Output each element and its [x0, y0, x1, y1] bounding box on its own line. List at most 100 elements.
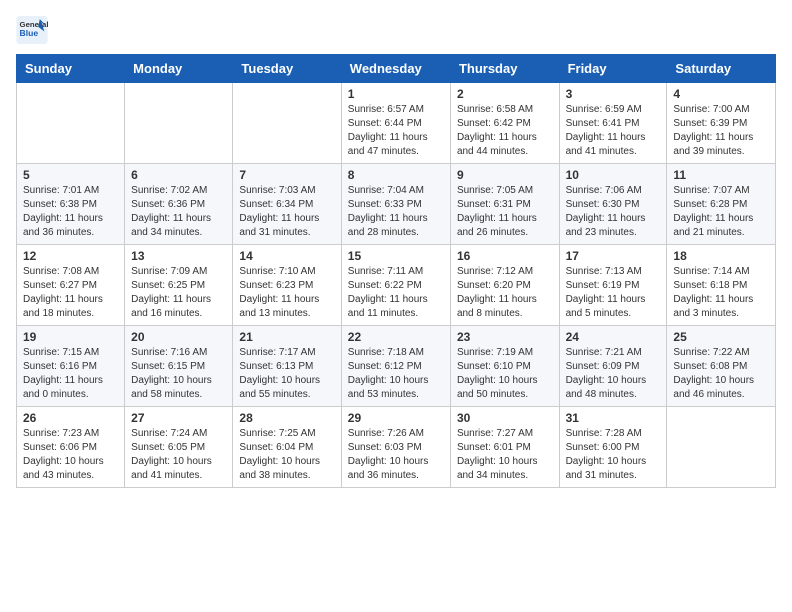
- day-number: 27: [131, 411, 226, 425]
- calendar-cell: 7Sunrise: 7:03 AM Sunset: 6:34 PM Daylig…: [233, 164, 341, 245]
- weekday-header-thursday: Thursday: [450, 55, 559, 83]
- day-number: 14: [239, 249, 334, 263]
- calendar-cell: 1 Sunrise: 6:57 AM Sunset: 6:44 PM Daylig…: [341, 83, 450, 164]
- calendar-cell: 28 Sunrise: 7:25 AM Sunset: 6:04 PM Dayli…: [233, 407, 341, 488]
- day-number: 5: [23, 168, 118, 182]
- weekday-header-sunday: Sunday: [17, 55, 125, 83]
- calendar-cell: 12 Sunrise: 7:08 AM Sunset: 6:27 PM Dayli…: [17, 245, 125, 326]
- day-number: 6: [131, 168, 226, 182]
- day-info: Sunrise: 7:12 AM Sunset: 6:20 PM Dayligh…: [457, 265, 553, 321]
- day-info: Sunrise: 7:26 AM Sunset: 6:03 PM Dayligh…: [348, 427, 444, 483]
- day-info: Sunrise: 7:16 AM Sunset: 6:15 PM Dayligh…: [131, 346, 226, 402]
- day-number: 23: [457, 330, 553, 344]
- day-number: 20: [131, 330, 226, 344]
- day-number: 4: [673, 87, 769, 101]
- weekday-header-tuesday: Tuesday: [233, 55, 341, 83]
- calendar-cell: 17Sunrise: 7:13 AM Sunset: 6:19 PM Dayli…: [559, 245, 667, 326]
- header: General Blue: [16, 16, 776, 44]
- day-number: 8: [348, 168, 444, 182]
- day-info: Sunrise: 7:05 AM Sunset: 6:31 PM Dayligh…: [457, 184, 553, 240]
- day-info: Sunrise: 7:06 AM Sunset: 6:30 PM Dayligh…: [566, 184, 661, 240]
- calendar-cell: 5 Sunrise: 7:01 AM Sunset: 6:38 PM Daylig…: [17, 164, 125, 245]
- day-number: 29: [348, 411, 444, 425]
- calendar-cell: 14 Sunrise: 7:10 AM Sunset: 6:23 PM Dayli…: [233, 245, 341, 326]
- week-row-0: 1 Sunrise: 6:57 AM Sunset: 6:44 PM Daylig…: [17, 83, 776, 164]
- day-info: Sunrise: 7:21 AM Sunset: 6:09 PM Dayligh…: [566, 346, 661, 402]
- day-info: Sunrise: 7:18 AM Sunset: 6:12 PM Dayligh…: [348, 346, 444, 402]
- calendar-cell: 2 Sunrise: 6:58 AM Sunset: 6:42 PM Daylig…: [450, 83, 559, 164]
- calendar-cell: 31Sunrise: 7:28 AM Sunset: 6:00 PM Dayli…: [559, 407, 667, 488]
- day-number: 24: [566, 330, 661, 344]
- calendar-cell: 11 Sunrise: 7:07 AM Sunset: 6:28 PM Dayli…: [667, 164, 776, 245]
- day-number: 12: [23, 249, 118, 263]
- day-number: 28: [239, 411, 334, 425]
- week-row-1: 5 Sunrise: 7:01 AM Sunset: 6:38 PM Daylig…: [17, 164, 776, 245]
- day-info: Sunrise: 7:01 AM Sunset: 6:38 PM Dayligh…: [23, 184, 118, 240]
- day-number: 11: [673, 168, 769, 182]
- weekday-header-friday: Friday: [559, 55, 667, 83]
- logo: General Blue: [16, 16, 48, 44]
- day-info: Sunrise: 7:07 AM Sunset: 6:28 PM Dayligh…: [673, 184, 769, 240]
- day-info: Sunrise: 7:14 AM Sunset: 6:18 PM Dayligh…: [673, 265, 769, 321]
- calendar-cell: 19Sunrise: 7:15 AM Sunset: 6:16 PM Dayli…: [17, 326, 125, 407]
- day-number: 25: [673, 330, 769, 344]
- calendar-cell: [667, 407, 776, 488]
- calendar-cell: 8Sunrise: 7:04 AM Sunset: 6:33 PM Daylig…: [341, 164, 450, 245]
- day-number: 10: [566, 168, 661, 182]
- day-number: 16: [457, 249, 553, 263]
- calendar-cell: 22Sunrise: 7:18 AM Sunset: 6:12 PM Dayli…: [341, 326, 450, 407]
- calendar-cell: 15 Sunrise: 7:11 AM Sunset: 6:22 PM Dayli…: [341, 245, 450, 326]
- day-info: Sunrise: 7:24 AM Sunset: 6:05 PM Dayligh…: [131, 427, 226, 483]
- week-row-4: 26 Sunrise: 7:23 AM Sunset: 6:06 PM Dayli…: [17, 407, 776, 488]
- day-info: Sunrise: 7:23 AM Sunset: 6:06 PM Dayligh…: [23, 427, 118, 483]
- calendar-cell: [17, 83, 125, 164]
- day-info: Sunrise: 7:03 AM Sunset: 6:34 PM Dayligh…: [239, 184, 334, 240]
- day-number: 30: [457, 411, 553, 425]
- calendar-cell: 9 Sunrise: 7:05 AM Sunset: 6:31 PM Daylig…: [450, 164, 559, 245]
- svg-text:Blue: Blue: [20, 28, 39, 38]
- week-row-2: 12 Sunrise: 7:08 AM Sunset: 6:27 PM Dayli…: [17, 245, 776, 326]
- calendar: SundayMondayTuesdayWednesdayThursdayFrid…: [16, 54, 776, 488]
- day-info: Sunrise: 7:11 AM Sunset: 6:22 PM Dayligh…: [348, 265, 444, 321]
- day-info: Sunrise: 7:02 AM Sunset: 6:36 PM Dayligh…: [131, 184, 226, 240]
- calendar-cell: 18 Sunrise: 7:14 AM Sunset: 6:18 PM Dayli…: [667, 245, 776, 326]
- calendar-cell: 27 Sunrise: 7:24 AM Sunset: 6:05 PM Dayli…: [125, 407, 233, 488]
- calendar-cell: 23Sunrise: 7:19 AM Sunset: 6:10 PM Dayli…: [450, 326, 559, 407]
- day-info: Sunrise: 7:10 AM Sunset: 6:23 PM Dayligh…: [239, 265, 334, 321]
- calendar-cell: 4 Sunrise: 7:00 AM Sunset: 6:39 PM Daylig…: [667, 83, 776, 164]
- calendar-cell: 30 Sunrise: 7:27 AM Sunset: 6:01 PM Dayli…: [450, 407, 559, 488]
- week-row-3: 19Sunrise: 7:15 AM Sunset: 6:16 PM Dayli…: [17, 326, 776, 407]
- calendar-cell: 29 Sunrise: 7:26 AM Sunset: 6:03 PM Dayli…: [341, 407, 450, 488]
- day-number: 18: [673, 249, 769, 263]
- calendar-cell: 16 Sunrise: 7:12 AM Sunset: 6:20 PM Dayli…: [450, 245, 559, 326]
- calendar-cell: 24 Sunrise: 7:21 AM Sunset: 6:09 PM Dayli…: [559, 326, 667, 407]
- day-info: Sunrise: 6:58 AM Sunset: 6:42 PM Dayligh…: [457, 103, 553, 159]
- day-info: Sunrise: 6:57 AM Sunset: 6:44 PM Dayligh…: [348, 103, 444, 159]
- calendar-cell: 21Sunrise: 7:17 AM Sunset: 6:13 PM Dayli…: [233, 326, 341, 407]
- calendar-cell: 10 Sunrise: 7:06 AM Sunset: 6:30 PM Dayli…: [559, 164, 667, 245]
- day-number: 26: [23, 411, 118, 425]
- calendar-cell: 20 Sunrise: 7:16 AM Sunset: 6:15 PM Dayli…: [125, 326, 233, 407]
- day-number: 31: [566, 411, 661, 425]
- weekday-header-monday: Monday: [125, 55, 233, 83]
- day-info: Sunrise: 7:00 AM Sunset: 6:39 PM Dayligh…: [673, 103, 769, 159]
- calendar-cell: [125, 83, 233, 164]
- day-info: Sunrise: 7:08 AM Sunset: 6:27 PM Dayligh…: [23, 265, 118, 321]
- day-number: 19: [23, 330, 118, 344]
- logo-icon: General Blue: [16, 16, 48, 44]
- calendar-cell: 25 Sunrise: 7:22 AM Sunset: 6:08 PM Dayli…: [667, 326, 776, 407]
- day-number: 9: [457, 168, 553, 182]
- day-number: 2: [457, 87, 553, 101]
- day-info: Sunrise: 7:25 AM Sunset: 6:04 PM Dayligh…: [239, 427, 334, 483]
- day-number: 21: [239, 330, 334, 344]
- calendar-cell: 13Sunrise: 7:09 AM Sunset: 6:25 PM Dayli…: [125, 245, 233, 326]
- weekday-header-saturday: Saturday: [667, 55, 776, 83]
- day-number: 1: [348, 87, 444, 101]
- day-number: 15: [348, 249, 444, 263]
- day-info: Sunrise: 7:13 AM Sunset: 6:19 PM Dayligh…: [566, 265, 661, 321]
- day-info: Sunrise: 7:27 AM Sunset: 6:01 PM Dayligh…: [457, 427, 553, 483]
- weekday-header-wednesday: Wednesday: [341, 55, 450, 83]
- calendar-cell: 26 Sunrise: 7:23 AM Sunset: 6:06 PM Dayli…: [17, 407, 125, 488]
- calendar-cell: 3Sunrise: 6:59 AM Sunset: 6:41 PM Daylig…: [559, 83, 667, 164]
- day-info: Sunrise: 7:22 AM Sunset: 6:08 PM Dayligh…: [673, 346, 769, 402]
